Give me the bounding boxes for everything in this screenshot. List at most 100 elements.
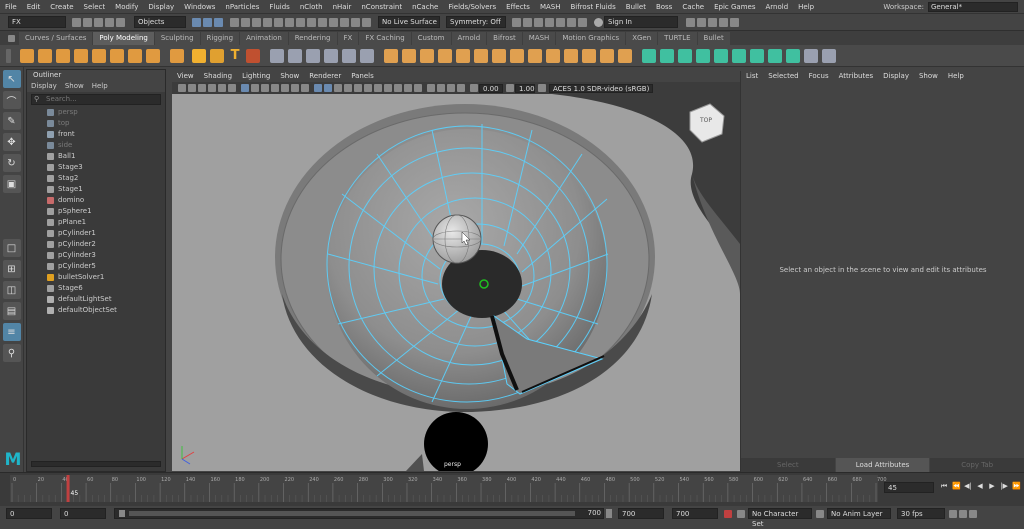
safe-title-icon[interactable]: [301, 84, 309, 92]
connect-icon[interactable]: [600, 48, 614, 63]
tab-custom[interactable]: Custom: [411, 31, 451, 45]
select-tool-icon[interactable]: ↖: [2, 70, 21, 88]
construction-history-icon[interactable]: [296, 17, 305, 27]
menu-nhair[interactable]: nHair: [328, 0, 357, 14]
tab-bifrost[interactable]: Bifrost: [487, 31, 522, 45]
shelf-handle-icon[interactable]: [6, 48, 11, 63]
selection-mode-dropdown[interactable]: Objects: [134, 16, 186, 28]
camera-attributes-icon[interactable]: [188, 84, 196, 92]
menu-edit[interactable]: Edit: [22, 0, 46, 14]
menu-file[interactable]: File: [0, 0, 22, 14]
outliner-item[interactable]: top: [27, 118, 165, 129]
target-weld-icon[interactable]: [510, 48, 524, 63]
ae-menu-help[interactable]: Help: [943, 71, 969, 82]
menu-select[interactable]: Select: [79, 0, 111, 14]
bookmark-icon[interactable]: [198, 84, 206, 92]
super-shape-icon[interactable]: [170, 48, 184, 63]
grease-pencil-icon[interactable]: [228, 84, 236, 92]
persp-outliner-layout-icon[interactable]: ▤: [2, 302, 21, 320]
isolate-select-icon[interactable]: [427, 84, 435, 92]
shelf-options-icon[interactable]: [8, 34, 15, 42]
depth-of-field-icon[interactable]: [414, 84, 422, 92]
outliner-item[interactable]: pPlane1: [27, 217, 165, 228]
spherical-mapping-icon[interactable]: [696, 48, 710, 63]
textured-icon[interactable]: [354, 84, 362, 92]
menu-nparticles[interactable]: nParticles: [220, 0, 264, 14]
cut-uv-icon[interactable]: [732, 48, 746, 63]
poly-cone-icon[interactable]: [74, 48, 88, 63]
outliner-item[interactable]: Stage3: [27, 162, 165, 173]
svg-icon[interactable]: [210, 48, 224, 63]
viewport-menu-view[interactable]: View: [172, 71, 199, 82]
bridge-icon[interactable]: [420, 48, 434, 63]
planar-mapping-icon[interactable]: [642, 48, 656, 63]
wireframe-on-shaded-icon[interactable]: [344, 84, 352, 92]
sign-in-dropdown[interactable]: Sign In: [604, 16, 678, 28]
auto-key-icon[interactable]: [724, 509, 732, 518]
anti-aliasing-icon[interactable]: [404, 84, 412, 92]
outliner-item[interactable]: Ball1: [27, 151, 165, 162]
ipr-icon[interactable]: [534, 17, 543, 27]
xray-icon[interactable]: [437, 84, 445, 92]
character-set-dropdown[interactable]: No Character Set: [748, 508, 812, 528]
select-component-icon[interactable]: [214, 17, 223, 27]
safe-action-icon[interactable]: [291, 84, 299, 92]
poly-cylinder-icon[interactable]: [56, 48, 70, 63]
tab-fx-caching[interactable]: FX Caching: [359, 31, 411, 45]
select-object-icon[interactable]: [203, 17, 212, 27]
boolean-difference-icon[interactable]: [342, 48, 356, 63]
menu-create[interactable]: Create: [45, 0, 78, 14]
text-tool-icon[interactable]: T: [228, 48, 242, 63]
colorspace-dropdown[interactable]: ACES 1.0 SDR-video (sRGB): [549, 83, 653, 93]
gate-mask-icon[interactable]: [271, 84, 279, 92]
perspective-viewport[interactable]: TOP persp: [172, 94, 740, 471]
render-icon[interactable]: [307, 17, 316, 27]
step-forward-key-icon[interactable]: ⏩: [1012, 482, 1021, 490]
poly-torus-icon[interactable]: [92, 48, 106, 63]
poly-cube-icon[interactable]: [38, 48, 52, 63]
menu-nconstraint[interactable]: nConstraint: [356, 0, 407, 14]
lights-icon[interactable]: [364, 84, 372, 92]
save-scene-icon[interactable]: [94, 17, 103, 27]
viewport-menu-lighting[interactable]: Lighting: [237, 71, 275, 82]
move-tool-icon[interactable]: ✥: [2, 133, 21, 151]
layout-uv-icon[interactable]: [786, 48, 800, 63]
sculpt-icon[interactable]: [822, 48, 836, 63]
outliner-item[interactable]: pCylinder2: [27, 239, 165, 250]
tab-bullet[interactable]: Bullet: [697, 31, 730, 45]
bevel-icon[interactable]: [438, 48, 452, 63]
go-to-start-icon[interactable]: ⏮: [940, 482, 948, 490]
select-button[interactable]: Select: [741, 458, 835, 472]
default-material-icon[interactable]: [334, 84, 342, 92]
snap-point-icon[interactable]: [252, 17, 261, 27]
workspace-dropdown[interactable]: General*: [928, 2, 1018, 12]
menu-windows[interactable]: Windows: [179, 0, 220, 14]
grid-icon[interactable]: [241, 84, 249, 92]
step-back-key-icon[interactable]: ⏪: [952, 482, 961, 490]
range-slider[interactable]: 700: [114, 508, 604, 519]
magnet-icon[interactable]: [351, 17, 360, 27]
snap-grid-icon[interactable]: [230, 17, 239, 27]
tab-fx[interactable]: FX: [337, 31, 359, 45]
outliner-item[interactable]: domino: [27, 195, 165, 206]
four-view-layout-icon[interactable]: ⊞: [2, 260, 21, 278]
live-surface-dropdown[interactable]: No Live Surface: [378, 16, 440, 28]
outliner-item[interactable]: side: [27, 140, 165, 151]
render-current-icon[interactable]: [523, 17, 532, 27]
side-by-side-layout-icon[interactable]: ◫: [2, 281, 21, 299]
light-editor-icon[interactable]: [556, 17, 565, 27]
offset-edge-loop-icon[interactable]: [546, 48, 560, 63]
tab-animation[interactable]: Animation: [240, 31, 288, 45]
viewport-menu-panels[interactable]: Panels: [346, 71, 379, 82]
menu-modify[interactable]: Modify: [110, 0, 143, 14]
outliner-item[interactable]: pCylinder1: [27, 228, 165, 239]
motion-blur-icon[interactable]: [394, 84, 402, 92]
step-forward-frame-icon[interactable]: |▶: [1000, 482, 1008, 490]
outliner-item[interactable]: pCylinder3: [27, 250, 165, 261]
sound-icon[interactable]: [959, 509, 967, 518]
arnold-render-icon[interactable]: [567, 17, 576, 27]
uv-editor-icon[interactable]: [714, 48, 728, 63]
current-time-indicator[interactable]: [66, 475, 70, 502]
ae-menu-selected[interactable]: Selected: [763, 71, 803, 82]
snap-curve-icon[interactable]: [241, 17, 250, 27]
